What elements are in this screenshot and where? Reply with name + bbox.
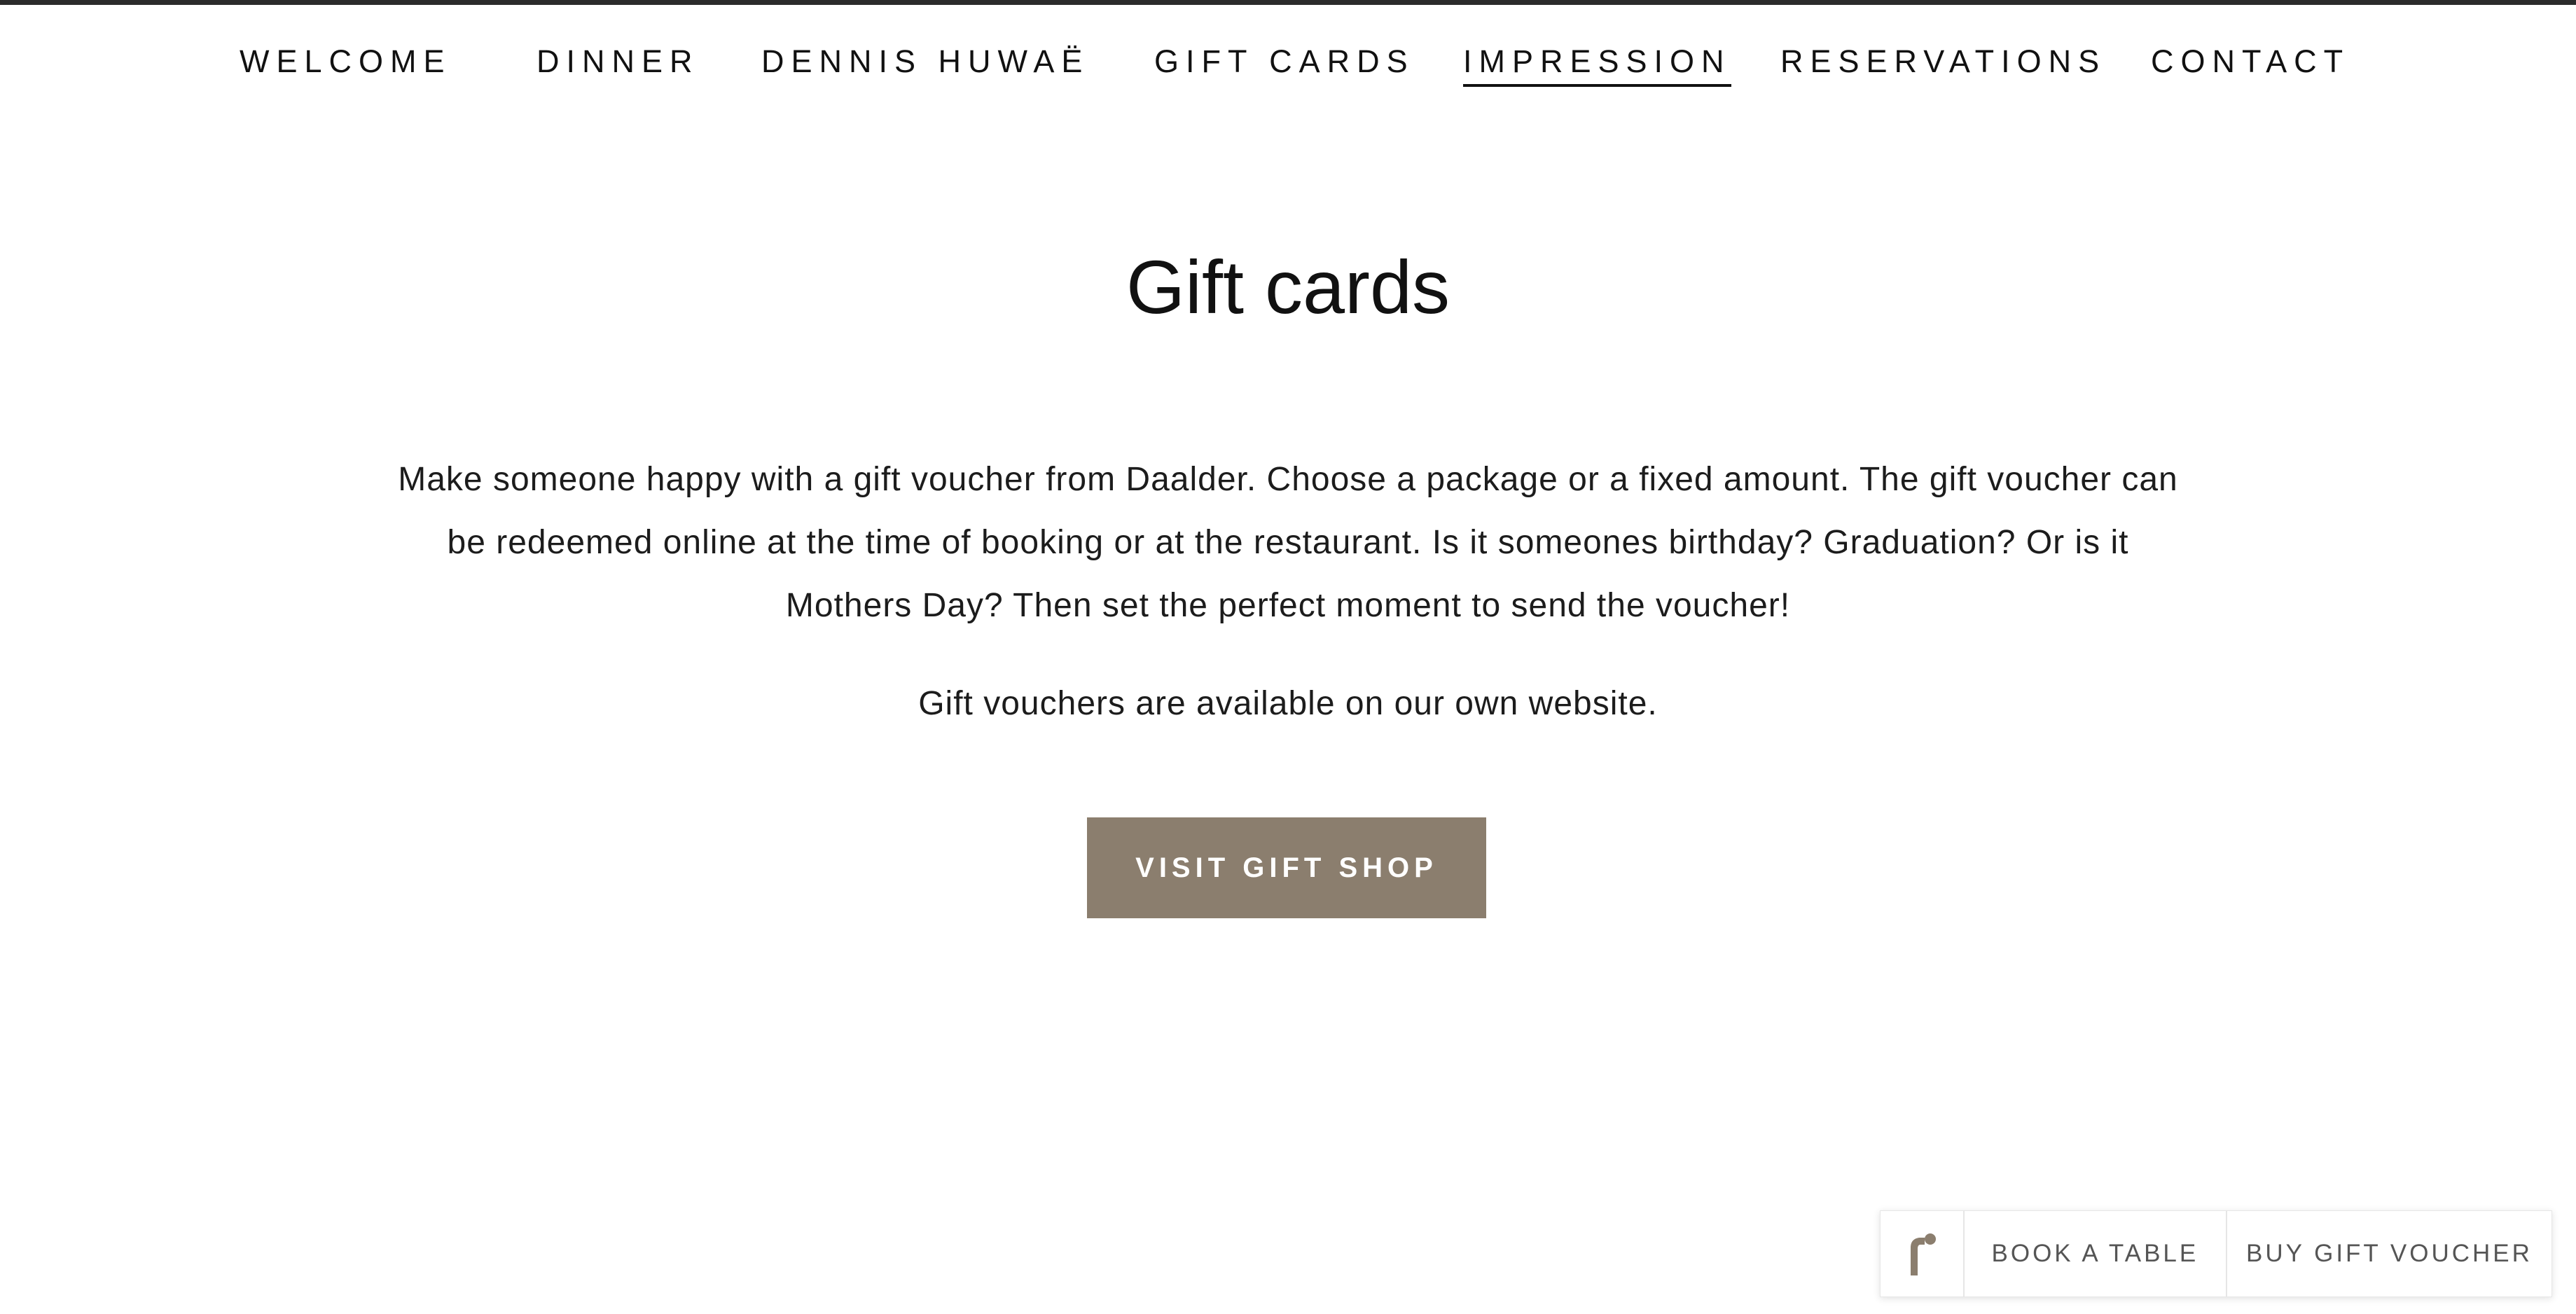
buy-gift-voucher-button[interactable]: BUY GIFT VOUCHER — [2227, 1211, 2551, 1296]
nav-item-welcome[interactable]: WELCOME — [240, 41, 452, 83]
nav-item-dinner[interactable]: DINNER — [536, 41, 700, 83]
page-title: Gift cards — [1126, 244, 1450, 329]
nav-item-contact[interactable]: CONTACT — [2151, 41, 2350, 83]
booking-widget: BOOK A TABLE BUY GIFT VOUCHER — [1880, 1210, 2552, 1297]
intro-line-1: Make someone happy with a gift voucher f… — [398, 461, 2178, 498]
book-a-table-button[interactable]: BOOK A TABLE — [1965, 1211, 2227, 1296]
main-navigation: WELCOME DINNER DENNIS HUWAË GIFT CARDS I… — [0, 0, 2576, 112]
intro-line-2: be redeemed online at the time of bookin… — [447, 524, 2129, 561]
intro-line-3: Mothers Day? Then set the perfect moment… — [785, 587, 1791, 624]
nav-item-reservations[interactable]: RESERVATIONS — [1780, 41, 2106, 83]
availability-text: Gift vouchers are available on our own w… — [918, 685, 1658, 722]
formitable-logo-icon[interactable] — [1881, 1211, 1965, 1296]
formitable-logo-glyph — [1910, 1233, 1936, 1275]
nav-item-dennis-huwae[interactable]: DENNIS HUWAË — [761, 41, 1089, 83]
nav-item-gift-cards[interactable]: GIFT CARDS — [1154, 41, 1415, 83]
nav-item-impression[interactable]: IMPRESSION — [1463, 41, 1731, 87]
visit-gift-shop-button[interactable]: VISIT GIFT SHOP — [1087, 817, 1486, 918]
intro-text: Make someone happy with a gift voucher f… — [322, 448, 2254, 637]
